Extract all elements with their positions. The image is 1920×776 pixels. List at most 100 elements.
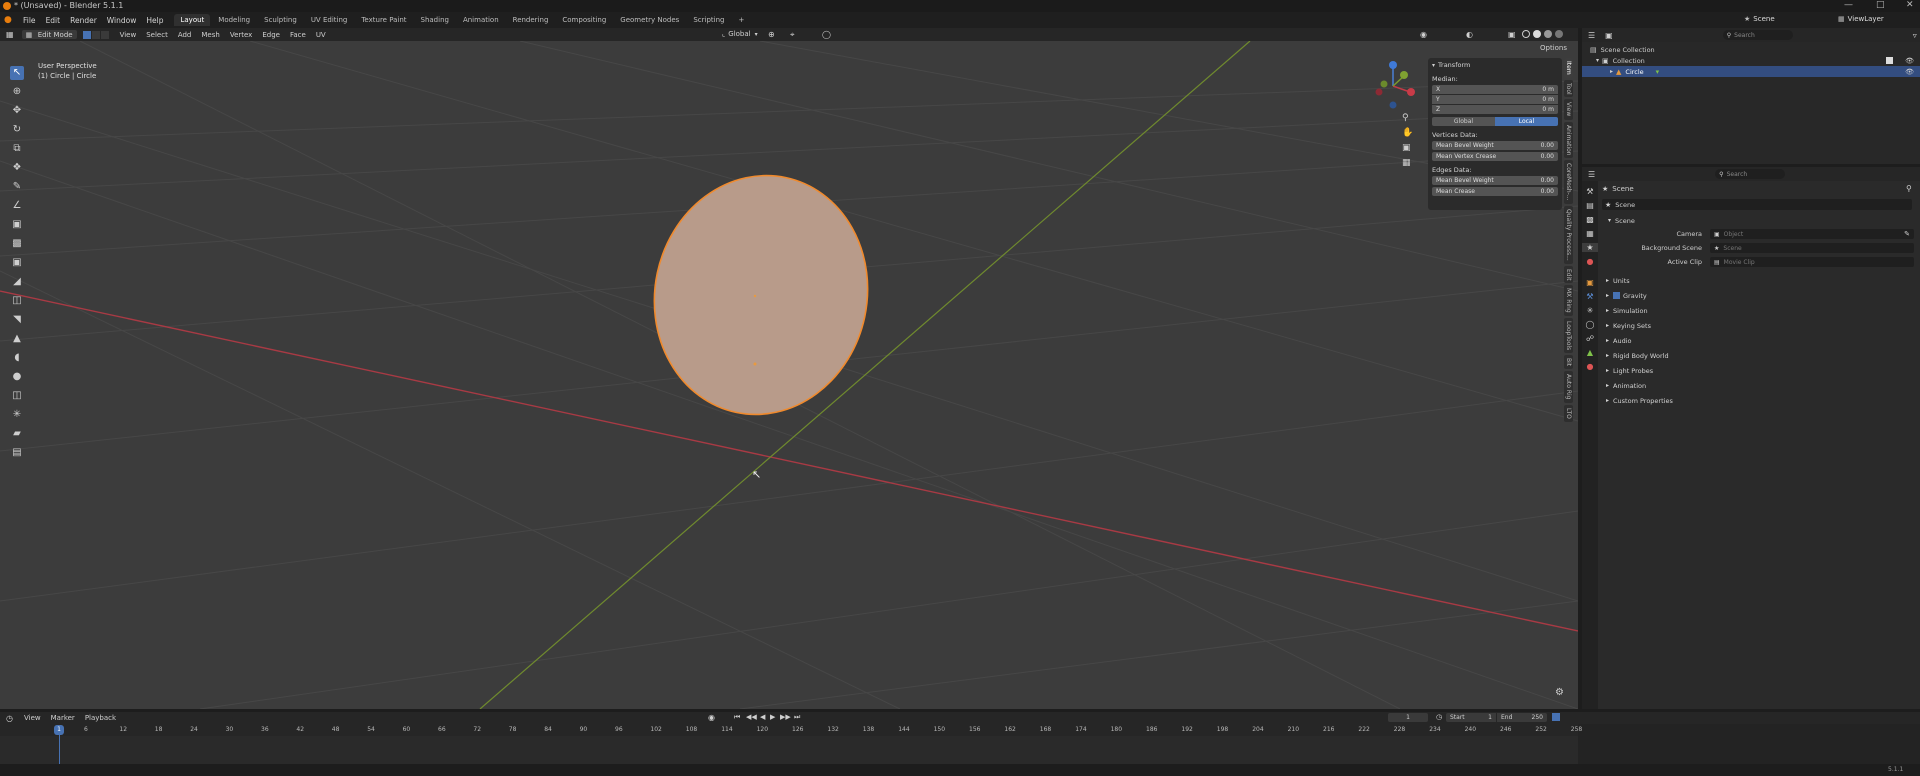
menu-uv[interactable]: UV (311, 30, 331, 40)
tab-texture-paint[interactable]: Texture Paint (355, 14, 412, 26)
scene-datablock[interactable]: ★ Scene (1602, 199, 1912, 210)
median-y-field[interactable]: Y 0 m (1432, 95, 1558, 104)
local-toggle[interactable]: Local (1495, 117, 1558, 126)
move-icon[interactable]: ✥ (10, 104, 24, 118)
shading-rendered-icon[interactable] (1555, 30, 1563, 38)
tab-shading[interactable]: Shading (415, 14, 455, 26)
shading-wireframe-icon[interactable] (1522, 30, 1530, 38)
section-simulation[interactable]: ▸ Simulation (1600, 303, 1918, 318)
next-keyframe-icon[interactable]: ▶▶ (780, 713, 791, 721)
sidebar-tab-mx-ring[interactable]: MX Ring (1564, 285, 1573, 316)
camera-field[interactable]: ▣ Object ✎ (1710, 229, 1914, 239)
section-light-probes[interactable]: ▸ Light Probes (1600, 363, 1918, 378)
scene-collection-label[interactable]: Scene Collection (1601, 46, 1655, 54)
properties-editor-icon[interactable]: ☰ (1588, 170, 1595, 179)
circle-mesh[interactable] (632, 156, 889, 435)
collection-label[interactable]: Collection (1613, 57, 1645, 65)
edge-slide-icon[interactable]: ◫ (10, 389, 24, 403)
sidebar-tab-bit[interactable]: Bit (1564, 355, 1573, 370)
background-scene-field[interactable]: ★ Scene (1710, 243, 1914, 253)
section-custom-properties[interactable]: ▸ Custom Properties (1600, 393, 1918, 408)
proportional-edit-icon[interactable]: ◯ (822, 30, 831, 39)
end-frame-field[interactable]: End 250 (1497, 713, 1547, 722)
timeline-options-icon[interactable] (1552, 713, 1560, 721)
sidebar-tab-auto-rig[interactable]: Auto Rig (1564, 371, 1573, 403)
blender-menu-icon[interactable]: ● (4, 15, 18, 25)
mean-bevel-weight-edge-field[interactable]: Mean Bevel Weight 0.00 (1432, 176, 1558, 185)
spin-icon[interactable]: ◖ (10, 351, 24, 365)
camera-view-icon[interactable]: ▣ (1402, 143, 1416, 153)
eyedropper-icon[interactable]: ✎ (1904, 230, 1910, 238)
render-tab-icon[interactable]: ▤ (1582, 201, 1598, 210)
properties-search[interactable]: ⚲ Search (1715, 169, 1786, 179)
particles-tab-icon[interactable]: ✳ (1582, 306, 1598, 315)
outliner-search[interactable]: ⚲ Search (1722, 30, 1793, 40)
menu-edit[interactable]: Edit (41, 14, 66, 27)
inset-icon[interactable]: ▣ (10, 256, 24, 270)
timeline-editor-icon[interactable]: ◷ (6, 714, 13, 723)
menu-mesh[interactable]: Mesh (196, 30, 224, 40)
auto-keying-icon[interactable]: ◉ (708, 713, 715, 722)
menu-face[interactable]: Face (285, 30, 311, 40)
shading-material-icon[interactable] (1544, 30, 1552, 38)
hand-pan-icon[interactable]: ✋ (1402, 128, 1416, 138)
menu-select[interactable]: Select (141, 30, 173, 40)
viewlayer-selector[interactable]: ▦ ViewLayer (1838, 15, 1884, 23)
gizmo-z-icon[interactable] (1389, 61, 1397, 69)
menu-edge[interactable]: Edge (257, 30, 285, 40)
material-tab-icon[interactable]: ● (1582, 362, 1598, 371)
section-units[interactable]: ▸ Units (1600, 273, 1918, 288)
tab-sculpting[interactable]: Sculpting (258, 14, 303, 26)
expand-chevron-icon[interactable]: ▾ (1596, 57, 1599, 64)
rip-region-icon[interactable]: ▤ (10, 446, 24, 460)
outliner-row-circle[interactable]: ▸ ▲ Circle ▾ 👁 (1582, 66, 1920, 77)
gizmo-x-icon[interactable] (1407, 88, 1415, 96)
settings-gear-icon[interactable]: ⚙ (1555, 687, 1564, 698)
tool-tab-icon[interactable]: ⚒ (1582, 187, 1598, 196)
expand-chevron-icon[interactable]: ▸ (1610, 68, 1613, 75)
timeline-menu-marker[interactable]: Marker (46, 713, 80, 723)
sidebar-tab-animation[interactable]: Animation (1564, 121, 1573, 159)
tab-rendering[interactable]: Rendering (507, 14, 555, 26)
overlay-icon[interactable]: ◐ (1466, 30, 1473, 39)
timeline-menu-playback[interactable]: Playback (80, 713, 121, 723)
navigation-gizmo[interactable] (1366, 56, 1426, 116)
options-button[interactable]: Options (1540, 44, 1567, 52)
ortho-toggle-icon[interactable]: ▦ (1402, 158, 1416, 168)
frame-ruler[interactable]: 1 6 12 18 24 30 36 42 48 54 60 66 72 78 84 90 96 102 108 1… (0, 724, 1582, 764)
menu-render[interactable]: Render (65, 14, 102, 27)
mean-bevel-weight-vertex-field[interactable]: Mean Bevel Weight 0.00 (1432, 141, 1558, 150)
prev-keyframe-icon[interactable]: ◀◀ (746, 713, 757, 721)
object-tab-icon[interactable]: ▣ (1582, 278, 1598, 287)
menu-add[interactable]: Add (173, 30, 197, 40)
global-toggle[interactable]: Global (1432, 117, 1495, 126)
cursor-icon[interactable]: ⊕ (10, 85, 24, 99)
tab-animation[interactable]: Animation (457, 14, 505, 26)
scale-icon[interactable]: ⧉ (10, 142, 24, 156)
select-mode-face-icon[interactable] (100, 30, 109, 39)
tab-geometry-nodes[interactable]: Geometry Nodes (614, 14, 685, 26)
poly-build-icon[interactable]: ▲ (10, 332, 24, 346)
start-frame-field[interactable]: Start 1 (1446, 713, 1496, 722)
scene-panel-header[interactable]: ▾ Scene (1600, 214, 1918, 227)
extrude-icon[interactable]: ▩ (10, 237, 24, 251)
sidebar-tab-tool[interactable]: Tool (1564, 79, 1573, 98)
shading-solid-icon[interactable] (1533, 30, 1541, 38)
tab-compositing[interactable]: Compositing (556, 14, 612, 26)
section-gravity[interactable]: ▸ Gravity (1600, 288, 1918, 303)
add-workspace-icon[interactable]: + (732, 14, 750, 26)
menu-help[interactable]: Help (141, 14, 168, 27)
jump-end-icon[interactable]: ⏭ (794, 713, 800, 722)
active-clip-field[interactable]: ▤ Movie Clip (1710, 257, 1914, 267)
section-audio[interactable]: ▸ Audio (1600, 333, 1918, 348)
minimize-icon[interactable]: — (1844, 0, 1853, 10)
checkbox-icon[interactable] (1886, 57, 1894, 64)
sidebar-tab-quality[interactable]: Quality Process... (1564, 205, 1573, 264)
world-tab-icon[interactable]: ● (1582, 257, 1598, 266)
select-box-icon[interactable]: ↖ (10, 66, 24, 80)
current-frame-field[interactable]: 1 (1388, 713, 1428, 722)
add-cube-icon[interactable]: ▣ (10, 218, 24, 232)
mean-vertex-crease-field[interactable]: Mean Vertex Crease 0.00 (1432, 152, 1558, 161)
sidebar-tab-item[interactable]: Item (1564, 58, 1573, 78)
gravity-checkbox[interactable] (1613, 292, 1621, 299)
